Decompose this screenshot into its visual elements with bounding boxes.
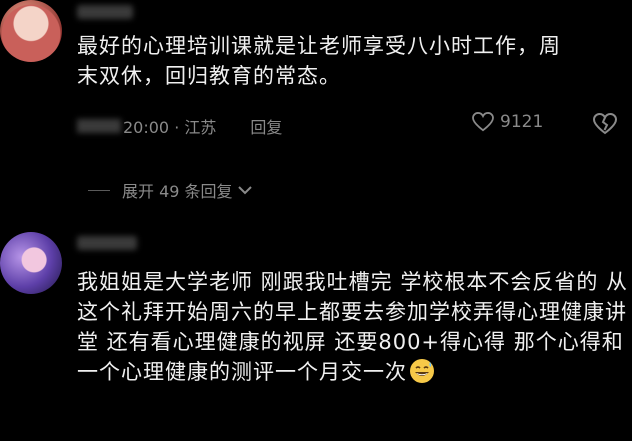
divider-line (88, 189, 110, 191)
comment-time-location: 20:00 · 江苏 (123, 118, 217, 137)
dislike-button[interactable] (592, 112, 618, 139)
comment-text: 最好的心理培训课就是让老师享受八小时工作，周末双休，回归教育的常态。 (77, 34, 561, 88)
avatar[interactable] (0, 0, 62, 62)
sweat-smile-emoji-icon (410, 359, 434, 383)
username-redacted (77, 119, 121, 133)
comment-text: 我姐姐是大学老师 刚跟我吐槽完 学校根本不会反省的 从这个礼拜开始周六的早上都要… (77, 267, 629, 387)
expand-replies-button[interactable]: 展开 49 条回复 (88, 178, 253, 202)
expand-replies-label: 展开 49 条回复 (122, 182, 233, 201)
avatar[interactable] (0, 232, 62, 294)
heart-outline-icon (472, 112, 494, 132)
comment-meta: 20:00 · 江苏 回复 (77, 114, 282, 138)
broken-heart-icon (592, 112, 618, 135)
comment-body: 我姐姐是大学老师 刚跟我吐槽完 学校根本不会反省的 从这个礼拜开始周六的早上都要… (77, 270, 629, 384)
chevron-down-icon (237, 186, 252, 195)
reply-button[interactable]: 回复 (250, 114, 282, 138)
like-button[interactable]: 9121 (472, 112, 543, 132)
like-count: 9121 (500, 112, 544, 132)
username-redacted (77, 236, 137, 250)
username-redacted (77, 5, 133, 19)
